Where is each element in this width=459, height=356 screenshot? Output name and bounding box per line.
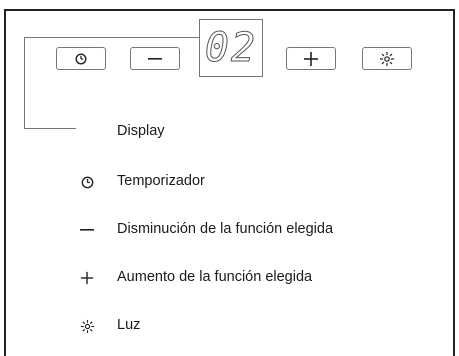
- clock-icon: [75, 52, 87, 65]
- plus-button[interactable]: [286, 47, 336, 70]
- legend-label: Luz: [117, 317, 141, 333]
- minus-icon: [76, 218, 98, 242]
- legend-item-timer: Temporizador: [0, 170, 459, 194]
- minus-button[interactable]: [130, 47, 180, 70]
- light-icon: [380, 51, 394, 66]
- plus-icon: [304, 51, 318, 66]
- legend-item-display: Display: [0, 120, 459, 144]
- light-icon: [76, 314, 98, 338]
- display-value: 02: [204, 25, 258, 71]
- clock-icon: [76, 170, 98, 194]
- display-connector-line: [24, 37, 25, 128]
- timer-button[interactable]: [56, 47, 106, 70]
- plus-icon: [76, 266, 98, 290]
- light-button[interactable]: [362, 47, 412, 70]
- display-connector-line: [24, 37, 199, 38]
- legend-item-plus: Aumento de la función elegida: [0, 266, 459, 290]
- legend-label: Display: [117, 123, 165, 139]
- legend-item-light: Luz: [0, 314, 459, 338]
- legend-label: Aumento de la función elegida: [117, 269, 313, 285]
- legend-label: Disminución de la función elegida: [117, 221, 334, 237]
- digital-display: 02: [199, 19, 263, 77]
- legend-item-minus: Disminución de la función elegida: [0, 218, 459, 242]
- legend-label: Temporizador: [117, 173, 205, 189]
- minus-icon: [148, 57, 162, 60]
